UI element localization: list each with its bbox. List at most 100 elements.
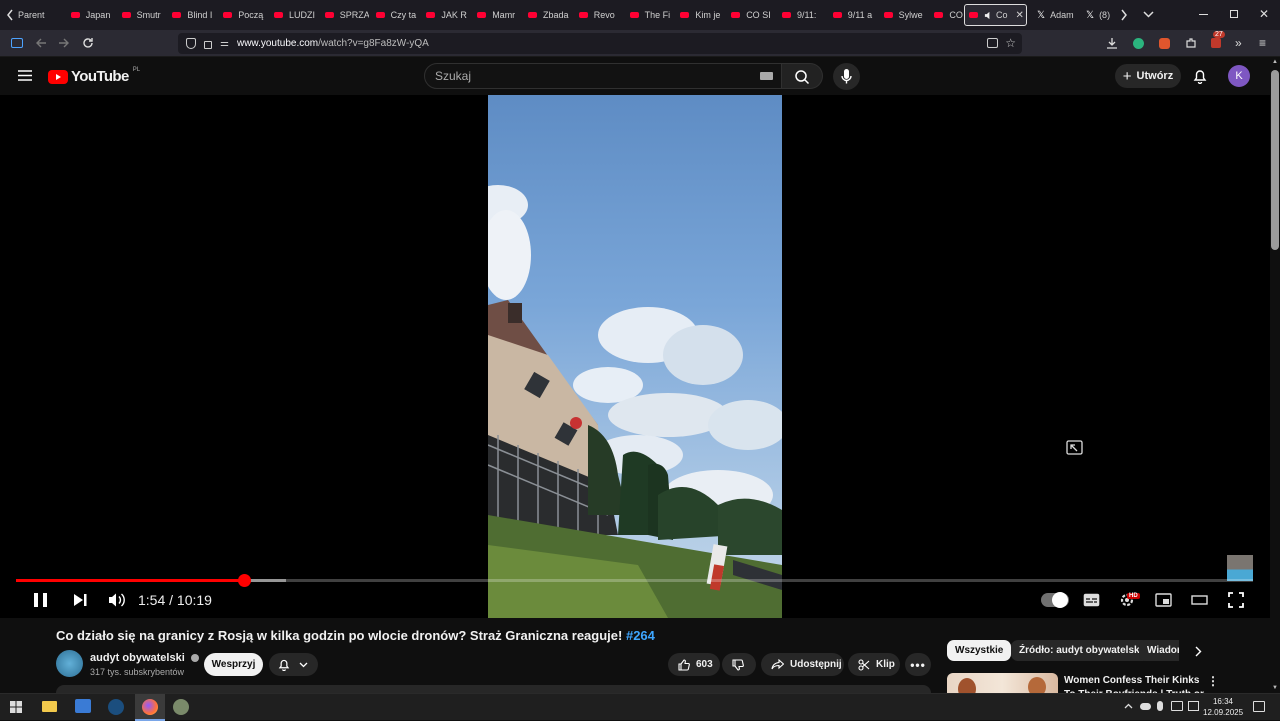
- search-box[interactable]: Szukaj: [424, 63, 782, 89]
- sidebar-toggle-icon[interactable]: [11, 38, 23, 48]
- scrubber-handle[interactable]: [237, 574, 251, 587]
- restore-icon[interactable]: [1230, 10, 1238, 18]
- tab-item[interactable]: Mamr: [477, 4, 521, 26]
- tab-item[interactable]: Japan: [70, 4, 115, 26]
- next-video-icon[interactable]: [73, 593, 88, 607]
- youtube-logo[interactable]: YouTube PL: [48, 67, 140, 85]
- video-hashtag[interactable]: #264: [626, 628, 655, 643]
- search-input[interactable]: Szukaj: [435, 69, 471, 83]
- miniplayer-icon[interactable]: [1155, 593, 1172, 607]
- tray-chevron-up-icon[interactable]: [1124, 703, 1133, 709]
- tab-item[interactable]: 9/11:: [782, 4, 826, 26]
- bookmark-star-icon[interactable]: ☆: [1005, 36, 1016, 50]
- tab-item[interactable]: Czy ta: [375, 4, 420, 26]
- notification-settings-button[interactable]: [269, 653, 318, 676]
- download-icon[interactable]: [1106, 37, 1118, 49]
- tab-item[interactable]: Blind I: [172, 4, 216, 26]
- steam-icon[interactable]: [108, 699, 124, 715]
- start-windows-icon[interactable]: [10, 701, 22, 713]
- tab-item[interactable]: Smutr: [121, 4, 166, 26]
- tab-item[interactable]: 9/11 a: [832, 4, 877, 26]
- back-icon[interactable]: [35, 37, 47, 49]
- reader-view-icon[interactable]: [987, 38, 998, 48]
- remote-desktop-icon[interactable]: [75, 699, 91, 713]
- minimize-icon[interactable]: [1199, 14, 1208, 15]
- theater-mode-icon[interactable]: [1191, 595, 1208, 605]
- tab-active[interactable]: Co ✕: [964, 4, 1027, 26]
- channel-avatar[interactable]: [56, 650, 83, 677]
- notifications-bell-icon[interactable]: [1193, 68, 1207, 84]
- scroll-up-arrow-icon[interactable]: ▲: [1272, 59, 1278, 65]
- recommended-thumbnail[interactable]: [947, 673, 1058, 693]
- voice-search-button[interactable]: [833, 63, 860, 90]
- video-frame[interactable]: [488, 95, 782, 618]
- firefox-taskbar-icon[interactable]: [135, 694, 165, 721]
- support-button[interactable]: Wesprzyj: [204, 653, 263, 676]
- file-explorer-icon[interactable]: [42, 701, 57, 712]
- recommended-title[interactable]: Women Confess Their Kinks To Their Boyfr…: [1064, 674, 1204, 693]
- clip-button[interactable]: Klip: [848, 653, 900, 676]
- forward-icon[interactable]: [58, 37, 70, 49]
- tracking-shield-icon[interactable]: [186, 38, 196, 49]
- description-box[interactable]: [56, 685, 931, 693]
- dislike-button[interactable]: [722, 653, 756, 676]
- chip-news[interactable]: Wiadom: [1139, 640, 1179, 661]
- network-icon[interactable]: [1188, 701, 1199, 711]
- like-button[interactable]: 603: [668, 653, 720, 676]
- tab-item[interactable]: Zbada: [528, 4, 572, 26]
- app-taskbar-icon[interactable]: [173, 699, 189, 715]
- keyboard-icon[interactable]: [760, 72, 773, 80]
- account-avatar[interactable]: K: [1228, 65, 1250, 87]
- tab-x-adam[interactable]: 𝕏 Adam: [1037, 4, 1077, 26]
- tab-item[interactable]: Parent: [18, 4, 62, 26]
- tab-item[interactable]: SPRZA: [324, 4, 369, 26]
- guide-menu-icon[interactable]: [18, 70, 32, 81]
- tab-item[interactable]: Kim je: [680, 4, 724, 26]
- address-bar[interactable]: ⚌ www.youtube.com/watch?v=g8Fa8zW-yQA ☆: [178, 33, 1022, 54]
- more-actions-button[interactable]: •••: [905, 653, 931, 676]
- shield-extension-icon[interactable]: [1133, 38, 1144, 49]
- channel-watermark[interactable]: [1227, 555, 1253, 581]
- progress-bar[interactable]: [16, 574, 1253, 587]
- recommended-menu-icon[interactable]: ⋮: [1207, 674, 1219, 688]
- chevron-right-icon[interactable]: [1195, 646, 1202, 657]
- fox-extension-icon[interactable]: [1159, 38, 1170, 49]
- display-icon[interactable]: [1171, 701, 1183, 711]
- tab-item[interactable]: LUDZI: [274, 4, 318, 26]
- search-button[interactable]: [782, 63, 823, 89]
- close-tab-icon[interactable]: ✕: [1016, 10, 1024, 21]
- list-all-tabs-icon[interactable]: [1143, 11, 1154, 18]
- extensions-icon[interactable]: [1185, 37, 1197, 49]
- fullscreen-icon[interactable]: [1228, 592, 1244, 608]
- speaker-icon[interactable]: [984, 11, 993, 20]
- chip-all[interactable]: Wszystkie: [947, 640, 1012, 661]
- tab-item[interactable]: JAK R: [426, 4, 470, 26]
- tab-scroll-left-icon[interactable]: [6, 9, 14, 21]
- reload-icon[interactable]: [82, 37, 94, 49]
- overflow-chevrons-icon[interactable]: »: [1235, 36, 1242, 50]
- pip-overlay-icon[interactable]: [1066, 440, 1084, 456]
- tab-item[interactable]: Począ: [223, 4, 267, 26]
- channel-name[interactable]: audyt obywatelski: [90, 652, 199, 664]
- subtitles-icon[interactable]: [1083, 593, 1100, 607]
- notification-center-icon[interactable]: [1253, 701, 1265, 712]
- chip-source[interactable]: Źródło: audyt obywatelski: [1011, 640, 1151, 661]
- tab-x-notifications[interactable]: 𝕏 (8): [1086, 4, 1116, 26]
- lock-icon[interactable]: [204, 40, 212, 49]
- app-menu-icon[interactable]: ≡: [1259, 36, 1266, 50]
- tray-mic-icon[interactable]: [1157, 701, 1163, 711]
- volume-icon[interactable]: [108, 592, 125, 608]
- autoplay-toggle[interactable]: [1041, 592, 1069, 608]
- tab-item[interactable]: Revo: [578, 4, 623, 26]
- create-button[interactable]: + Utwórz: [1115, 64, 1181, 88]
- scrollbar-thumb[interactable]: [1271, 70, 1279, 250]
- pause-icon[interactable]: [33, 592, 48, 608]
- tab-item[interactable]: Sylwe: [883, 4, 928, 26]
- close-window-icon[interactable]: ✕: [1259, 7, 1269, 21]
- tab-item[interactable]: CO SI: [731, 4, 775, 26]
- video-player[interactable]: [0, 95, 1270, 618]
- onedrive-icon[interactable]: [1140, 703, 1151, 710]
- share-button[interactable]: Udostępnij: [761, 653, 844, 676]
- tab-item[interactable]: The Fi: [629, 4, 674, 26]
- clock[interactable]: 16:34 12.09.2025: [1203, 696, 1243, 718]
